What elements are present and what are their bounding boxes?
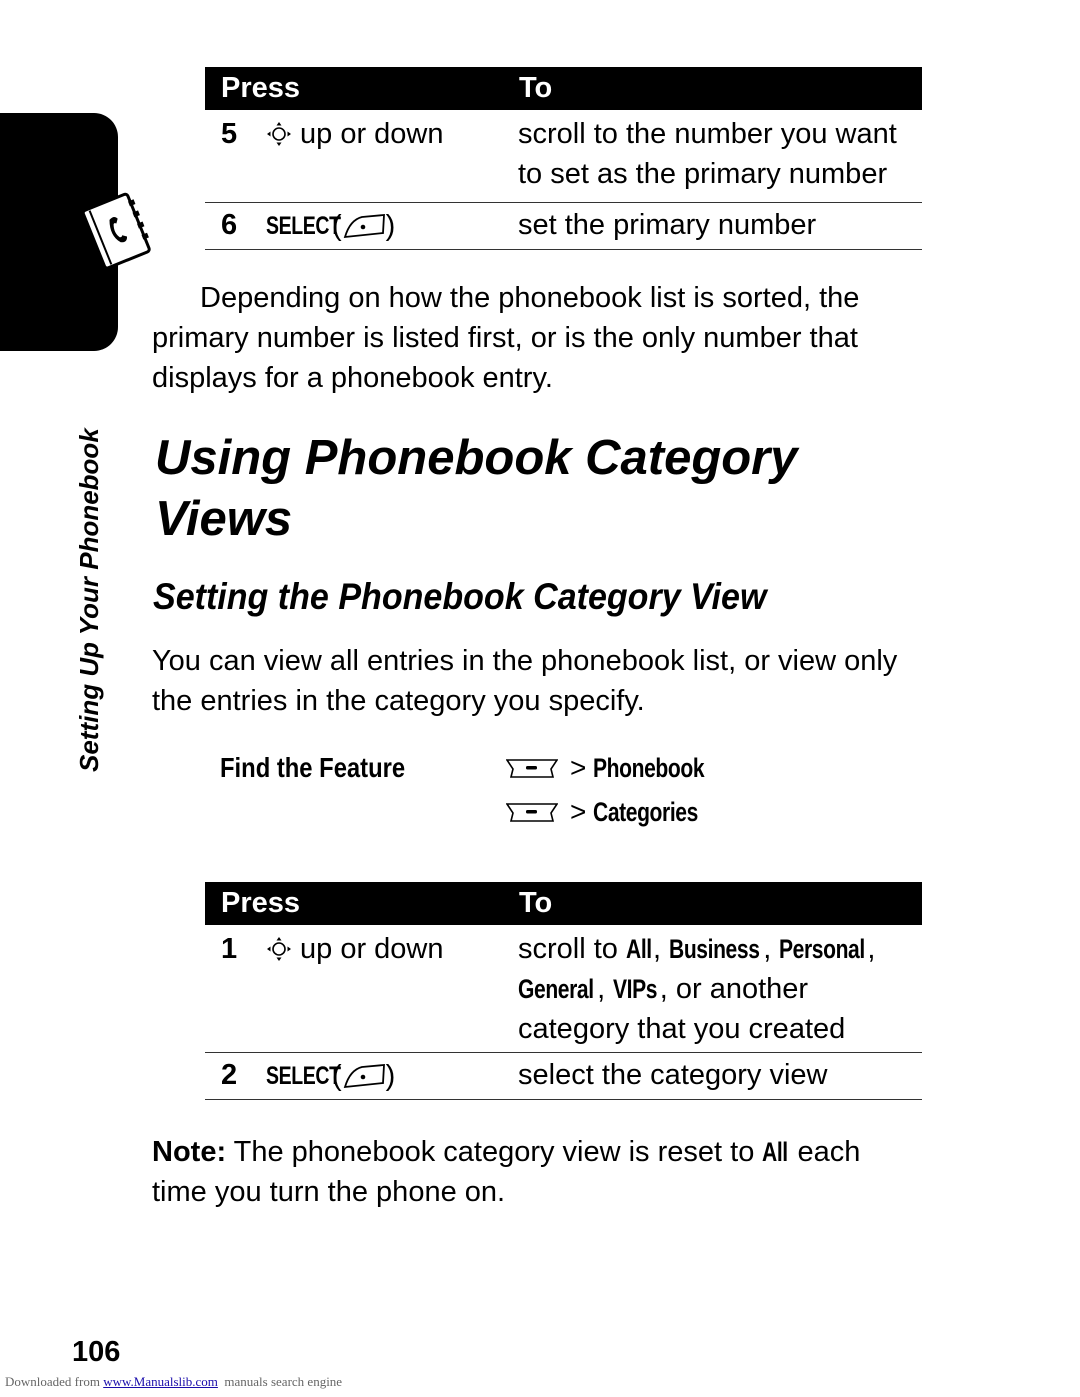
press-to-table-2: Press To 1 up or down scroll to All, Bus…: [205, 882, 922, 1100]
note-keyword-all: All: [762, 1137, 789, 1167]
note-label: Note:: [152, 1136, 227, 1168]
select-key-label: SELECT: [266, 212, 341, 240]
to-prefix: scroll to: [518, 933, 626, 965]
header-to: To: [519, 887, 553, 919]
to-cell: scroll to All, Business, Personal, Genera…: [518, 929, 922, 1052]
footer-prefix: Downloaded from: [5, 1374, 104, 1389]
header-press: Press: [221, 887, 301, 919]
table-row: 2 SELECT ( ) select the category view: [205, 1053, 922, 1100]
step-number: 6: [221, 209, 238, 241]
header-to: To: [519, 72, 553, 104]
find-feature-label: Find the Feature: [220, 752, 406, 783]
select-softkey-icon: [343, 1064, 385, 1089]
section-heading: Setting the Phonebook Category View: [153, 576, 767, 617]
phonebook-icon: [81, 192, 151, 270]
step-number: 2: [221, 1059, 238, 1091]
paren-close: ): [385, 210, 396, 242]
category-general: General: [518, 974, 594, 1004]
menu-path-categories: > Categories: [506, 796, 728, 828]
table-row: 6 SELECT ( ) set the primary number: [205, 203, 922, 250]
paren-close: ): [385, 1060, 396, 1092]
step-number: 5: [221, 118, 238, 150]
path-separator: >: [570, 796, 587, 827]
menu-item-categories: Categories: [593, 796, 699, 827]
category-personal: Personal: [779, 934, 866, 964]
category-business: Business: [669, 934, 760, 964]
press-text: up or down: [300, 118, 444, 150]
body-paragraph: Depending on how the phonebook list is s…: [152, 282, 860, 394]
press-cell: up or down: [266, 929, 518, 1052]
manualslib-link[interactable]: www.Manualslib.com: [103, 1374, 218, 1389]
menu-path-phonebook: > Phonebook: [506, 752, 736, 784]
nav-key-icon: [267, 122, 291, 146]
to-cell: scroll to the number you want to set as …: [518, 118, 897, 190]
step-number: 1: [221, 933, 238, 965]
section-label: Setting Up Your Phonebook: [74, 428, 104, 772]
to-cell: select the category view: [518, 1059, 828, 1091]
menu-key-icon: [506, 759, 558, 778]
note-text: The phonebook category view is reset to: [226, 1136, 763, 1168]
note-paragraph: Note: The phonebook category view is res…: [152, 1132, 892, 1212]
press-cell: SELECT ( ): [266, 1053, 518, 1099]
table-header: Press To: [205, 882, 922, 925]
page-title: Using Phonebook Category Views: [155, 431, 798, 546]
press-to-table-1: Press To 5 up or down scroll to the numb…: [205, 67, 922, 250]
to-cell: set the primary number: [518, 209, 817, 241]
category-vips: VIPs: [613, 974, 658, 1004]
menu-key-icon: [506, 803, 558, 822]
body-paragraph: You can view all entries in the phoneboo…: [152, 645, 898, 717]
menu-item-phonebook: Phonebook: [593, 752, 705, 783]
nav-key-icon: [267, 937, 291, 961]
header-press: Press: [221, 72, 301, 104]
table-row: 5 up or down scroll to the number you wa…: [205, 110, 922, 203]
page-number: 106: [72, 1336, 121, 1368]
press-cell: SELECT ( ): [266, 203, 518, 249]
press-cell: up or down: [266, 114, 518, 202]
category-all: All: [625, 934, 652, 964]
table-header: Press To: [205, 67, 922, 110]
footer-suffix: manuals search engine: [217, 1374, 343, 1389]
press-text: up or down: [300, 933, 444, 965]
download-footer: Downloaded from www.Manualslib.com manua…: [5, 1374, 342, 1390]
select-softkey-icon: [343, 214, 385, 239]
path-separator: >: [570, 752, 587, 783]
select-key-label: SELECT: [266, 1062, 341, 1090]
table-row: 1 up or down scroll to All, Business, Pe…: [205, 925, 922, 1053]
